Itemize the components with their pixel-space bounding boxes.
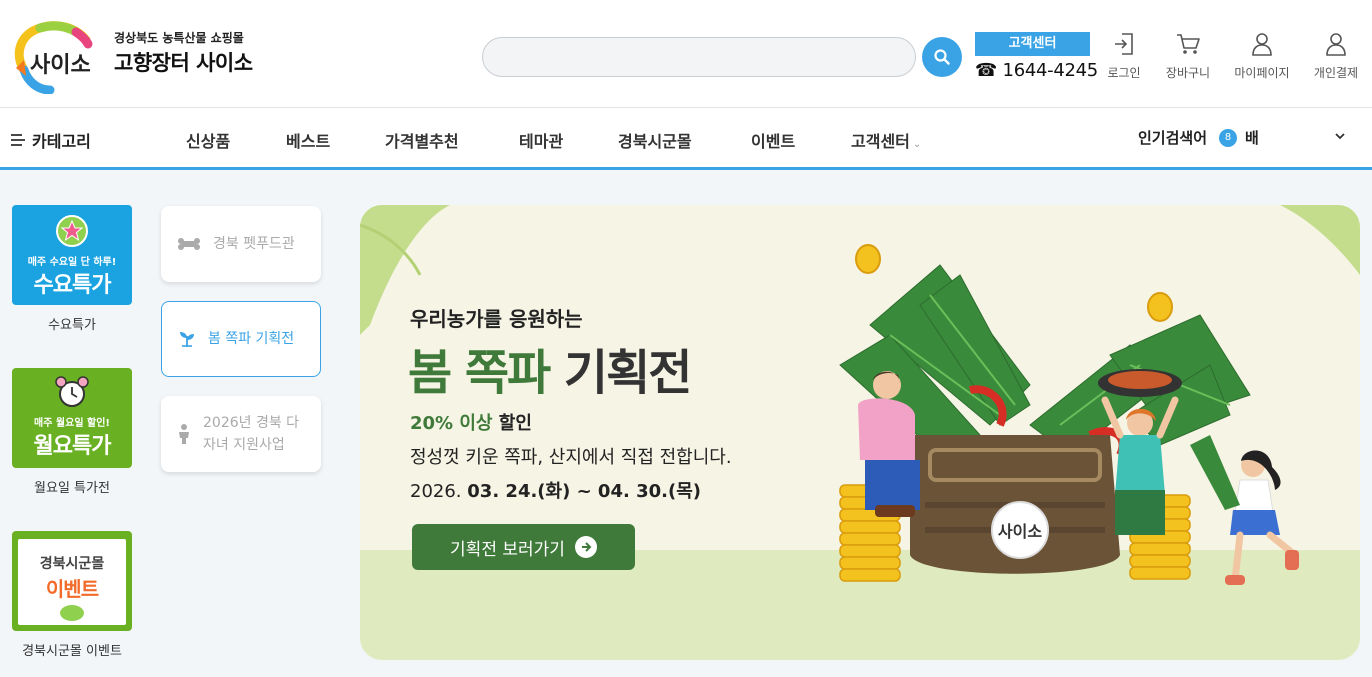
card-pet-food[interactable]: 경북 펫푸드관	[161, 206, 321, 282]
nav-event[interactable]: 이벤트	[751, 128, 795, 152]
arrow-right-icon	[574, 536, 597, 558]
logo-title[interactable]: 고향장터 사이소	[114, 47, 253, 77]
cart-label: 장바구니	[1165, 66, 1211, 80]
card-spring-scallion-label: 봄 쪽파 기획전	[208, 331, 295, 347]
nav-new[interactable]: 신상품	[186, 128, 230, 152]
quick-link-monday-sale[interactable]: 매주 월요일 할인! 월요특가 월요일 특가전	[12, 368, 132, 496]
card-pet-food-label: 경북 펫푸드관	[213, 236, 295, 252]
monday-tile-big: 월요특가	[33, 434, 112, 459]
scallion-basket-illustration: 사이소	[839, 244, 1299, 585]
quick-link-wednesday-sale[interactable]: 매주 수요일 단 하루! 수요특가 수요특가	[12, 205, 132, 333]
nav-price[interactable]: 가격별추천	[385, 128, 459, 152]
menu-icon	[11, 134, 25, 146]
card-spring-scallion[interactable]: 봄 쪽파 기획전	[161, 301, 321, 377]
star-badge-icon	[56, 215, 88, 247]
search-button[interactable]	[922, 37, 962, 77]
nav-customer-center[interactable]: 고객센터 ⌄	[851, 128, 921, 152]
popular-search: 인기검색어 8 배	[1138, 127, 1259, 148]
banner-subtitle: 우리농가를 응원하는	[410, 307, 583, 331]
customer-center-button[interactable]: 고객센터	[975, 32, 1090, 56]
user-icon	[1252, 33, 1272, 56]
mypage-label: 마이페이지	[1234, 66, 1290, 80]
monday-caption: 월요일 특가전	[34, 481, 110, 496]
banner-description: 정성껏 키운 쪽파, 산지에서 직접 전합니다.	[410, 447, 732, 468]
customer-center-phone: ☎ 1644-4245	[975, 60, 1098, 81]
search-icon	[934, 49, 950, 65]
chevron-down-icon: ⌄	[912, 139, 922, 150]
monday-sale-tile: 매주 월요일 할인! 월요특가	[12, 368, 132, 468]
nav-customer-center-label: 고객센터	[851, 132, 910, 151]
monday-tile-small: 매주 월요일 할인!	[34, 418, 110, 429]
quick-link-regional-event[interactable]: 경북시군몰 이벤트 경북시군몰 이벤트	[12, 531, 132, 659]
banner-discount-rest: 할인	[498, 413, 532, 434]
nav-best[interactable]: 베스트	[286, 128, 330, 152]
category-button[interactable]: 카테고리	[10, 128, 91, 152]
category-label: 카테고리	[32, 132, 91, 151]
alarm-clock-icon	[55, 376, 89, 407]
logo-word: 사이소	[30, 53, 91, 78]
main-banner[interactable]: 우리농가를 응원하는 봄 쪽파 기획전 20% 이상 할인 정성껏 키운 쪽파,…	[360, 205, 1360, 660]
card-multichild-label: 2026년 경북 다자녀 지원사업	[203, 415, 300, 453]
popular-keyword[interactable]: 배	[1245, 127, 1259, 148]
cart-link[interactable]: 장바구니	[1158, 32, 1218, 81]
banner-title-dark: 기획전	[563, 345, 692, 401]
sprout-icon	[180, 332, 194, 347]
banner-cta-label: 기획전 보러가기	[450, 539, 565, 560]
regional-event-tile: 경북시군몰 이벤트	[12, 531, 132, 631]
login-label: 로그인	[1107, 66, 1141, 80]
popular-rank-badge: 8	[1219, 128, 1238, 147]
wednesday-sale-tile: 매주 수요일 단 하루! 수요특가	[12, 205, 132, 305]
regional-tile-small: 경북시군몰	[39, 556, 105, 572]
mypage-link[interactable]: 마이페이지	[1232, 32, 1292, 81]
banner-date: 2026. 03. 24.(화) ~ 04. 30.(목)	[410, 477, 701, 503]
search-input[interactable]	[482, 37, 916, 77]
chevron-down-icon	[1335, 133, 1345, 140]
main-nav: 카테고리 신상품 베스트 가격별추천 테마관 경북시군몰 이벤트 고객센터 ⌄ 인…	[0, 108, 1372, 170]
bone-icon	[178, 238, 200, 250]
banner-cta-button[interactable]: 기획전 보러가기	[412, 524, 635, 570]
personal-payment-label: 개인결제	[1313, 66, 1359, 80]
saiso-logo[interactable]: 사이소	[10, 20, 100, 95]
logo-subtitle: 경상북도 농특산물 쇼핑몰	[114, 31, 244, 45]
banner-date-prefix: 2026.	[410, 481, 462, 502]
basket-logo-text: 사이소	[998, 522, 1042, 541]
cart-icon	[1177, 34, 1200, 54]
regional-caption: 경북시군몰 이벤트	[22, 644, 122, 659]
nav-theme[interactable]: 테마관	[519, 128, 563, 152]
popular-expand-button[interactable]	[1330, 126, 1350, 146]
user-icon	[1326, 33, 1346, 56]
personal-payment-link[interactable]: 개인결제	[1306, 32, 1366, 81]
wednesday-tile-small: 매주 수요일 단 하루!	[27, 257, 117, 268]
card-multichild-support[interactable]: 2026년 경북 다자녀 지원사업	[161, 396, 321, 472]
banner-title: 봄 쪽파 기획전	[408, 333, 692, 403]
regional-tile-big: 이벤트	[45, 577, 99, 601]
banner-title-green: 봄 쪽파	[408, 345, 551, 401]
login-link[interactable]: 로그인	[1094, 32, 1154, 81]
banner-discount: 20% 이상 할인	[410, 409, 532, 435]
site-header: 사이소 경상북도 농특산물 쇼핑몰 고향장터 사이소 고객센터 ☎ 1644-4…	[0, 0, 1372, 108]
gift-icon	[60, 605, 84, 621]
person-icon	[179, 424, 189, 444]
wednesday-caption: 수요특가	[48, 318, 96, 333]
nav-regional-mall[interactable]: 경북시군몰	[618, 128, 692, 152]
popular-label: 인기검색어	[1138, 129, 1208, 147]
banner-discount-green: 20% 이상	[410, 413, 493, 434]
login-icon	[1115, 33, 1133, 55]
wednesday-tile-big: 수요특가	[33, 273, 112, 298]
banner-date-range: 03. 24.(화) ~ 04. 30.(목)	[467, 481, 701, 502]
